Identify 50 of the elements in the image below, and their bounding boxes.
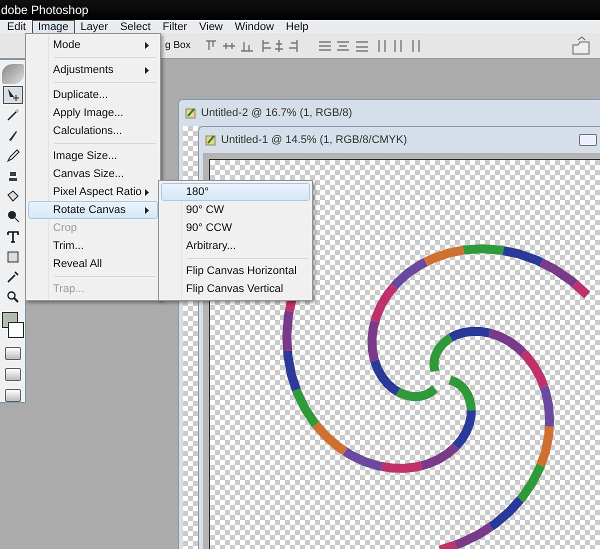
color-swatches-icon[interactable] xyxy=(2,312,24,340)
option-label[interactable]: g Box xyxy=(165,40,191,51)
menu-item[interactable]: 90° CCW xyxy=(161,219,310,237)
menu-item[interactable]: Mode xyxy=(28,36,158,54)
menu-item[interactable]: Layer xyxy=(74,20,114,34)
menu-item[interactable]: Image xyxy=(32,20,75,34)
shape-tool-icon xyxy=(6,250,20,264)
menu-item[interactable]: Select xyxy=(114,20,157,34)
menu-item[interactable]: Calculations... xyxy=(28,122,158,140)
menu-item[interactable]: Duplicate... xyxy=(28,86,158,104)
menu-item[interactable]: View xyxy=(193,20,229,34)
window-title: dobe Photoshop xyxy=(0,3,88,17)
menu-item[interactable]: Window xyxy=(228,20,280,34)
document-icon xyxy=(205,134,217,146)
menu-item[interactable]: Image Size... xyxy=(28,147,158,165)
submenu-arrow-icon xyxy=(145,206,149,214)
pencil-tool-icon xyxy=(6,148,20,163)
eyedropper-tool-icon xyxy=(6,270,20,284)
menu-item[interactable]: Canvas Size... xyxy=(28,165,158,183)
menu-item[interactable]: Edit xyxy=(1,20,32,34)
submenu-arrow-icon xyxy=(145,66,149,74)
menu-item[interactable]: 180° xyxy=(161,183,310,201)
menu-item[interactable]: Rotate Canvas xyxy=(28,201,158,219)
menu-item[interactable]: Help xyxy=(280,20,315,34)
zoom-tool-icon xyxy=(6,290,20,304)
submenu-arrow-icon xyxy=(145,188,149,196)
document-icon xyxy=(185,107,197,119)
jump-to-icon[interactable] xyxy=(4,389,20,402)
document-title: Untitled-2 @ 16.7% (1, RGB/8) xyxy=(201,107,352,119)
menu-item[interactable]: Flip Canvas Horizontal xyxy=(161,262,310,280)
palette-well-icon[interactable] xyxy=(570,36,592,56)
quick-mask-icon[interactable] xyxy=(4,347,20,360)
menu-item[interactable]: Flip Canvas Vertical xyxy=(161,280,310,298)
submenu-arrow-icon xyxy=(145,42,149,48)
minimize-button[interactable] xyxy=(579,134,597,146)
menu-item[interactable]: Filter xyxy=(156,20,194,34)
screen-mode-icon[interactable] xyxy=(4,368,20,382)
tool-button[interactable] xyxy=(2,86,22,104)
menu-item[interactable]: Apply Image... xyxy=(28,104,158,122)
menu-item[interactable]: Pixel Aspect Ratio xyxy=(28,183,158,201)
menu-item[interactable]: 90° CW xyxy=(161,201,310,219)
menu-item[interactable]: Adjustments xyxy=(28,61,158,79)
menu-item[interactable]: Reveal All xyxy=(28,255,158,273)
feather-logo-icon xyxy=(2,64,24,84)
menu-item[interactable]: Trim... xyxy=(28,237,158,255)
type-tool-icon xyxy=(6,230,20,244)
menu-item[interactable]: Arbitrary... xyxy=(161,237,310,255)
move-tool-icon xyxy=(6,88,20,102)
document-title: Untitled-1 @ 14.5% (1, RGB/8/CMYK) xyxy=(221,134,408,146)
wand-tool-icon xyxy=(6,108,20,122)
